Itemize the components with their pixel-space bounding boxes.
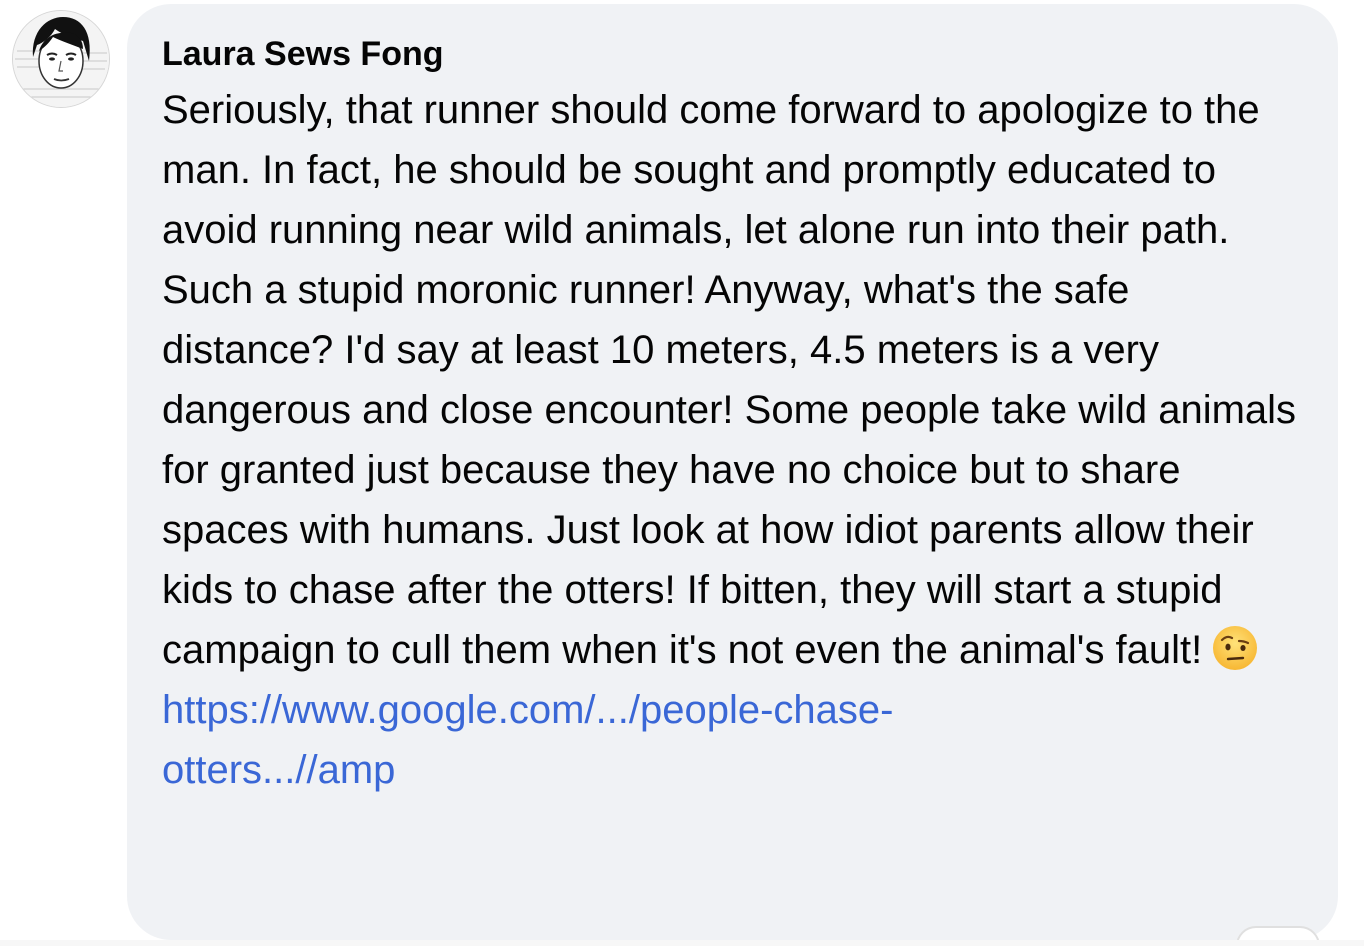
comment-link-line-1[interactable]: https://www.google.com/.../people-chase- [162, 680, 1308, 740]
avatar-portrait-icon [13, 11, 109, 107]
divider [0, 940, 1364, 946]
comment-bubble: Laura Sews Fong Seriously, that runner s… [127, 4, 1338, 946]
face-with-raised-eyebrow-icon [1212, 625, 1258, 671]
comment-link-line-2[interactable]: otters...//amp [162, 740, 1308, 800]
comment-text: Seriously, that runner should come forwa… [162, 88, 1297, 672]
comment-author-name[interactable]: Laura Sews Fong [162, 34, 1308, 74]
comment-body: Seriously, that runner should come forwa… [162, 80, 1308, 680]
avatar[interactable] [12, 10, 110, 108]
